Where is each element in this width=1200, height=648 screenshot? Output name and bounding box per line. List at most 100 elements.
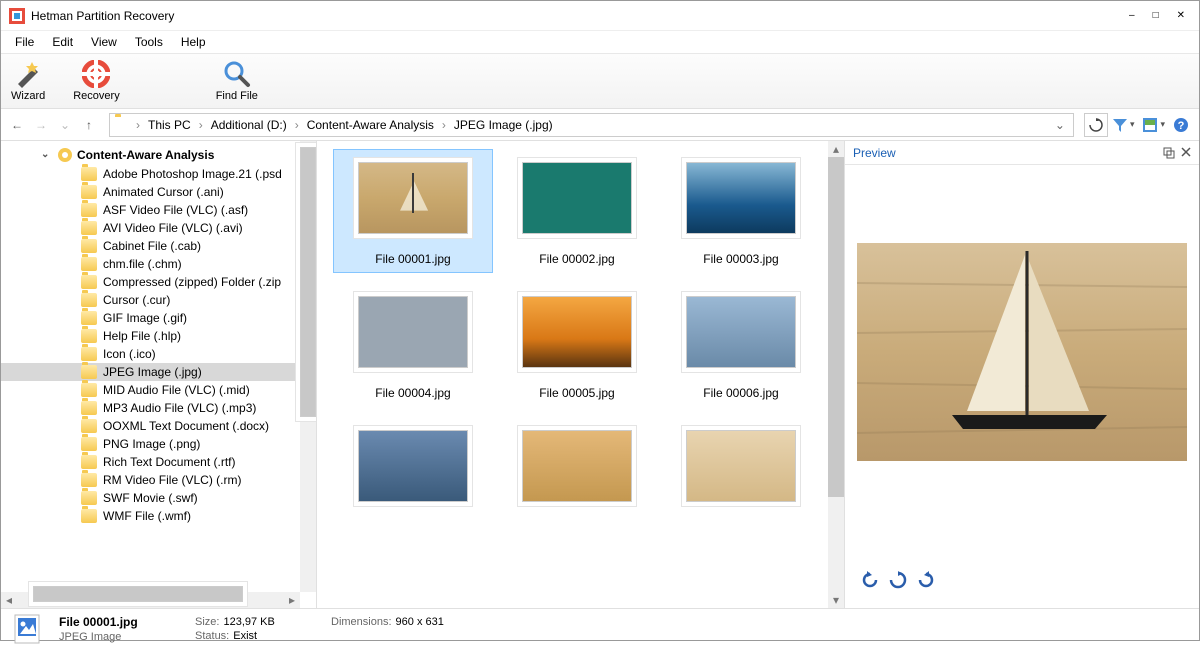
- navbar: ← → ⌄ ↑ › This PC › Additional (D:) › Co…: [1, 109, 1199, 141]
- tree-item[interactable]: Cabinet File (.cab): [1, 237, 316, 255]
- wizard-label: Wizard: [11, 90, 45, 102]
- status-status-label: Status:: [195, 630, 229, 642]
- tree-item[interactable]: chm.file (.chm): [1, 255, 316, 273]
- file-item[interactable]: [333, 417, 493, 527]
- tree-item-label: WMF File (.wmf): [103, 509, 191, 523]
- file-thumbnail: [522, 162, 632, 234]
- folder-icon: [81, 509, 97, 523]
- crumb-jpeg[interactable]: JPEG Image (.jpg): [452, 118, 555, 132]
- crumb-this-pc[interactable]: This PC: [146, 118, 193, 132]
- tree-root[interactable]: ⌄ Content-Aware Analysis: [1, 145, 316, 165]
- findfile-button[interactable]: Find File: [216, 60, 258, 102]
- tree-item[interactable]: Help File (.hlp): [1, 327, 316, 345]
- folder-icon: [114, 117, 130, 133]
- tree-item[interactable]: ASF Video File (VLC) (.asf): [1, 201, 316, 219]
- tree-item-label: JPEG Image (.jpg): [103, 365, 202, 379]
- address-bar[interactable]: › This PC › Additional (D:) › Content-Aw…: [109, 113, 1074, 137]
- folder-icon: [81, 365, 97, 379]
- tree-item[interactable]: PNG Image (.png): [1, 435, 316, 453]
- menu-tools[interactable]: Tools: [127, 33, 171, 51]
- tree-item-label: Cabinet File (.cab): [103, 239, 201, 253]
- tree-item-label: MP3 Audio File (VLC) (.mp3): [103, 401, 256, 415]
- preview-image: [857, 243, 1187, 461]
- folder-icon: [81, 311, 97, 325]
- preview-popout-icon[interactable]: [1163, 147, 1175, 159]
- tree-item-label: GIF Image (.gif): [103, 311, 187, 325]
- tree-item[interactable]: Icon (.ico): [1, 345, 316, 363]
- tree-item-label: Rich Text Document (.rtf): [103, 455, 235, 469]
- tree-item-label: RM Video File (VLC) (.rm): [103, 473, 241, 487]
- menu-edit[interactable]: Edit: [44, 33, 81, 51]
- preview-undo-button[interactable]: [861, 571, 879, 589]
- file-item[interactable]: [497, 417, 657, 527]
- folder-icon: [81, 473, 97, 487]
- tree-item-label: Cursor (.cur): [103, 293, 170, 307]
- wizard-button[interactable]: Wizard: [11, 60, 45, 102]
- folder-icon: [81, 257, 97, 271]
- preview-rotate-button[interactable]: [889, 571, 907, 589]
- minimize-button[interactable]: –: [1129, 10, 1135, 21]
- file-item[interactable]: File 00006.jpg: [661, 283, 821, 407]
- tree-item[interactable]: Rich Text Document (.rtf): [1, 453, 316, 471]
- file-item[interactable]: File 00003.jpg: [661, 149, 821, 273]
- findfile-label: Find File: [216, 90, 258, 102]
- tree-item-label: OOXML Text Document (.docx): [103, 419, 269, 433]
- address-dropdown[interactable]: ⌄: [1051, 118, 1069, 132]
- tree-item[interactable]: WMF File (.wmf): [1, 507, 316, 525]
- menu-help[interactable]: Help: [173, 33, 214, 51]
- collapse-icon[interactable]: ⌄: [41, 149, 49, 160]
- recovery-label: Recovery: [73, 90, 119, 102]
- maximize-button[interactable]: □: [1153, 10, 1159, 21]
- folder-icon: [81, 437, 97, 451]
- tree-item[interactable]: Animated Cursor (.ani): [1, 183, 316, 201]
- preview-redo-button[interactable]: [917, 571, 935, 589]
- nav-back[interactable]: ←: [7, 115, 27, 135]
- folder-icon: [81, 239, 97, 253]
- tree-item[interactable]: GIF Image (.gif): [1, 309, 316, 327]
- view-options-button[interactable]: ▾: [1142, 117, 1165, 133]
- refresh-button[interactable]: [1084, 113, 1108, 137]
- file-item[interactable]: File 00001.jpg: [333, 149, 493, 273]
- tree-item[interactable]: AVI Video File (VLC) (.avi): [1, 219, 316, 237]
- tree-vertical-scrollbar[interactable]: [300, 141, 316, 592]
- preview-close-icon[interactable]: [1181, 147, 1191, 159]
- status-status-value: Exist: [233, 630, 257, 642]
- crumb-drive[interactable]: Additional (D:): [209, 118, 289, 132]
- file-item[interactable]: File 00004.jpg: [333, 283, 493, 407]
- tree-item-label: Animated Cursor (.ani): [103, 185, 224, 199]
- help-button[interactable]: ?: [1173, 117, 1189, 133]
- folder-tree: ⌄ Content-Aware Analysis Adobe Photoshop…: [1, 141, 317, 608]
- tree-item[interactable]: Compressed (zipped) Folder (.zip: [1, 273, 316, 291]
- preview-title: Preview: [853, 146, 896, 160]
- tree-item[interactable]: MID Audio File (VLC) (.mid): [1, 381, 316, 399]
- nav-history-dropdown[interactable]: ⌄: [55, 115, 75, 135]
- tree-horizontal-scrollbar[interactable]: ◂▸: [1, 592, 300, 608]
- tree-item[interactable]: SWF Movie (.swf): [1, 489, 316, 507]
- status-dim-label: Dimensions:: [331, 616, 392, 628]
- tree-item[interactable]: OOXML Text Document (.docx): [1, 417, 316, 435]
- tree-item[interactable]: MP3 Audio File (VLC) (.mp3): [1, 399, 316, 417]
- file-item[interactable]: File 00005.jpg: [497, 283, 657, 407]
- crumb-analysis[interactable]: Content-Aware Analysis: [305, 118, 436, 132]
- tree-item[interactable]: JPEG Image (.jpg): [1, 363, 316, 381]
- tree-item[interactable]: RM Video File (VLC) (.rm): [1, 471, 316, 489]
- recovery-button[interactable]: Recovery: [73, 60, 119, 102]
- files-vertical-scrollbar[interactable]: ▴ ▾: [828, 141, 844, 608]
- toolbar: Wizard Recovery Find File: [1, 53, 1199, 109]
- folder-icon: [81, 455, 97, 469]
- app-icon: [9, 8, 25, 24]
- tree-item[interactable]: Adobe Photoshop Image.21 (.psd: [1, 165, 316, 183]
- filter-button[interactable]: ▾: [1112, 117, 1135, 133]
- menu-view[interactable]: View: [83, 33, 125, 51]
- tree-item-label: Help File (.hlp): [103, 329, 181, 343]
- nav-up[interactable]: ↑: [79, 115, 99, 135]
- file-item[interactable]: File 00002.jpg: [497, 149, 657, 273]
- file-thumbnail: [686, 162, 796, 234]
- menu-file[interactable]: File: [7, 33, 42, 51]
- close-button[interactable]: ✕: [1177, 10, 1185, 21]
- status-size-label: Size:: [195, 616, 219, 628]
- file-item[interactable]: [661, 417, 821, 527]
- tree-item[interactable]: Cursor (.cur): [1, 291, 316, 309]
- nav-forward[interactable]: →: [31, 115, 51, 135]
- svg-text:?: ?: [1178, 120, 1185, 132]
